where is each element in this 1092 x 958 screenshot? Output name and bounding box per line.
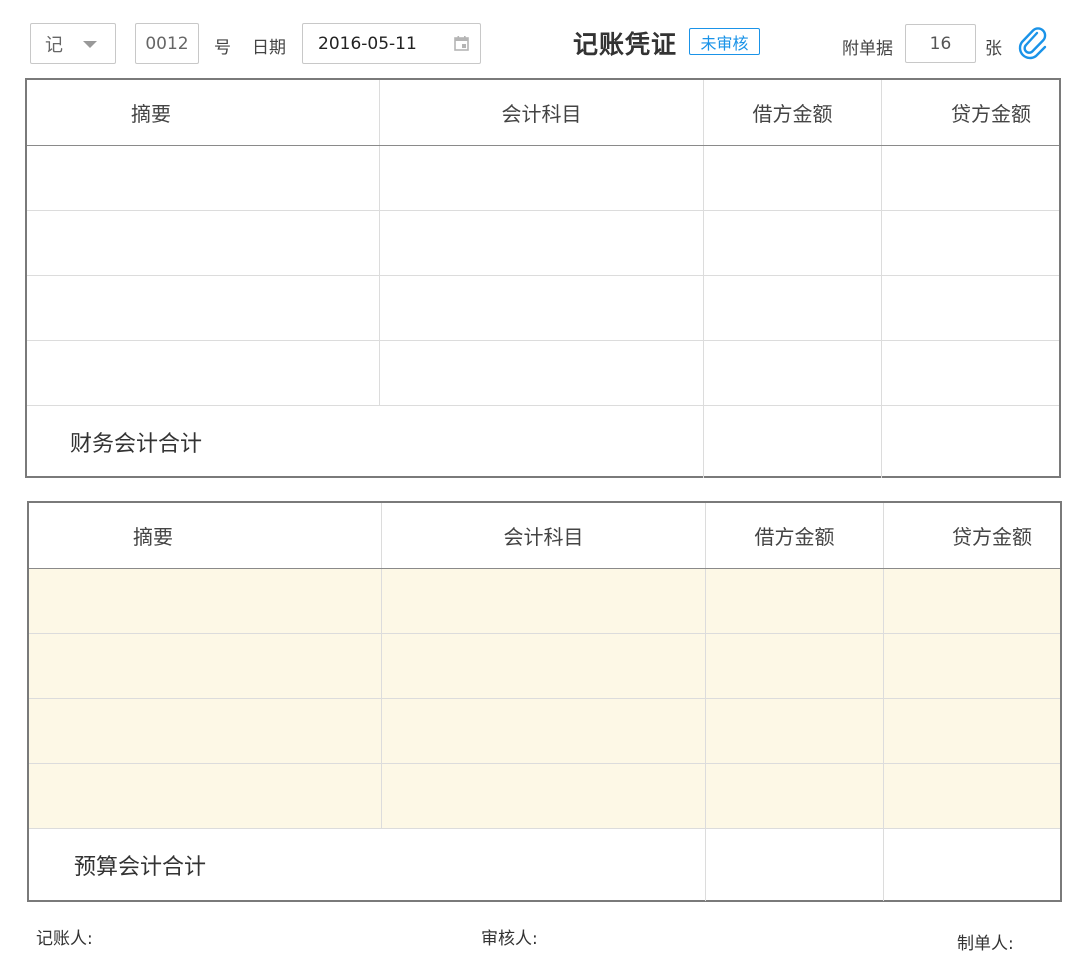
summary-cell[interactable] [27, 211, 380, 275]
credit-cell[interactable] [884, 569, 1060, 633]
account-cell[interactable] [380, 146, 704, 210]
column-header-debit: 借方金额 [704, 80, 882, 145]
account-cell[interactable] [380, 276, 704, 340]
debit-cell[interactable] [704, 276, 882, 340]
account-cell[interactable] [380, 211, 704, 275]
reviewer-label: 审核人: [481, 929, 538, 949]
credit-cell[interactable] [884, 634, 1060, 698]
debit-total-cell [706, 829, 884, 901]
summary-cell[interactable] [27, 341, 380, 405]
table-row [29, 764, 1060, 829]
table-row [27, 276, 1059, 341]
column-header-account: 会计科目 [382, 503, 706, 568]
column-header-credit: 贷方金额 [952, 525, 1032, 549]
credit-cell[interactable] [884, 764, 1060, 828]
account-cell[interactable] [382, 764, 706, 828]
voucher-number-value: 0012 [145, 33, 189, 54]
column-header-summary: 摘要 [29, 503, 382, 568]
number-suffix-label: 号 [214, 38, 231, 58]
total-row: 预算会计合计 [29, 829, 1060, 901]
debit-cell[interactable] [704, 341, 882, 405]
summary-cell[interactable] [29, 764, 382, 828]
preparer-label: 制单人: [957, 934, 1014, 954]
debit-total-cell [704, 406, 882, 478]
debit-cell[interactable] [706, 569, 884, 633]
date-value: 2016-05-11 [318, 33, 417, 54]
table-row [27, 211, 1059, 276]
debit-cell[interactable] [704, 146, 882, 210]
table-row [29, 699, 1060, 764]
voucher-type-select[interactable]: 记 [30, 23, 116, 64]
page-title: 记账凭证 [573, 30, 678, 59]
account-cell[interactable] [382, 699, 706, 763]
financial-accounting-table: 摘要 会计科目 借方金额 贷方金额 财务会计合计 [25, 78, 1061, 478]
summary-cell[interactable] [27, 146, 380, 210]
column-header-account: 会计科目 [380, 80, 704, 145]
account-cell[interactable] [382, 569, 706, 633]
budget-accounting-table: 摘要 会计科目 借方金额 贷方金额 预算会计合计 [27, 501, 1062, 902]
table-header-row: 摘要 会计科目 借方金额 贷方金额 [29, 503, 1060, 569]
credit-total-cell [882, 406, 1059, 478]
voucher-type-value: 记 [45, 34, 63, 56]
debit-cell[interactable] [706, 634, 884, 698]
summary-cell[interactable] [29, 569, 382, 633]
account-cell[interactable] [382, 634, 706, 698]
summary-cell[interactable] [29, 634, 382, 698]
budget-total-label: 预算会计合计 [29, 829, 706, 901]
table-row [29, 634, 1060, 699]
summary-cell[interactable] [27, 276, 380, 340]
date-input[interactable]: 2016-05-11 [302, 23, 481, 64]
bookkeeper-label: 记账人: [36, 929, 93, 949]
paperclip-icon[interactable] [1016, 26, 1050, 60]
debit-cell[interactable] [704, 211, 882, 275]
credit-cell[interactable] [884, 699, 1060, 763]
account-cell[interactable] [380, 341, 704, 405]
total-row: 财务会计合计 [27, 406, 1059, 478]
status-badge: 未审核 [689, 28, 760, 55]
credit-cell[interactable] [882, 276, 1059, 340]
chevron-down-icon [83, 41, 97, 48]
date-label: 日期 [252, 38, 286, 58]
summary-cell[interactable] [29, 699, 382, 763]
calendar-icon[interactable] [454, 36, 469, 51]
voucher-header: 记 0012 号 日期 2016-05-11 记账凭证 未审核 附单据 16 张 [0, 0, 1092, 80]
attachment-count-input[interactable]: 16 [905, 24, 976, 63]
table-row [27, 341, 1059, 406]
credit-cell[interactable] [882, 146, 1059, 210]
column-header-debit: 借方金额 [706, 503, 884, 568]
credit-cell[interactable] [882, 211, 1059, 275]
attachment-label: 附单据 [842, 39, 893, 59]
debit-cell[interactable] [706, 699, 884, 763]
voucher-number-input[interactable]: 0012 [135, 23, 199, 64]
debit-cell[interactable] [706, 764, 884, 828]
attachment-count-value: 16 [929, 33, 952, 54]
table-row [29, 569, 1060, 634]
column-header-summary: 摘要 [27, 80, 380, 145]
column-header-credit: 贷方金额 [951, 102, 1031, 126]
attachment-unit-label: 张 [985, 39, 1002, 59]
financial-total-label: 财务会计合计 [27, 406, 704, 478]
table-row [27, 146, 1059, 211]
credit-total-cell [884, 829, 1060, 901]
credit-cell[interactable] [882, 341, 1059, 405]
table-header-row: 摘要 会计科目 借方金额 贷方金额 [27, 80, 1059, 146]
